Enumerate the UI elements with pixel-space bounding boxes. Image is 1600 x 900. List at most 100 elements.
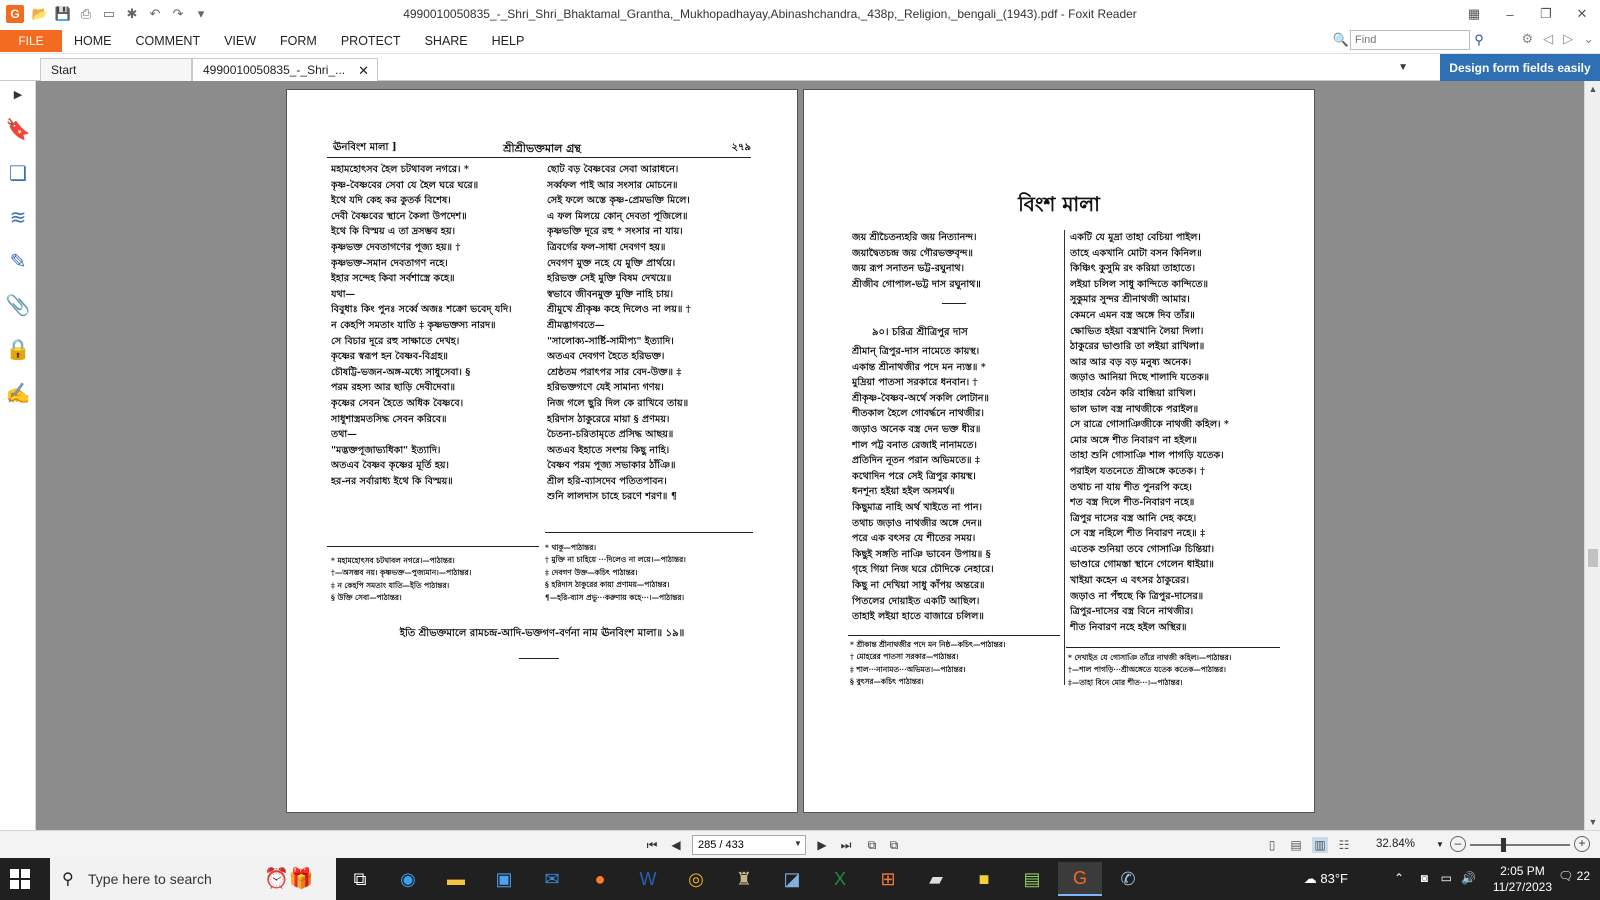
page-dropdown-icon[interactable]: ▼ bbox=[794, 839, 802, 848]
scroll-up-icon[interactable]: ▲ bbox=[1585, 81, 1600, 97]
zoom-level[interactable]: 32.84% bbox=[1376, 838, 1415, 850]
notification-center-icon[interactable]: 🗨 22 bbox=[1558, 869, 1590, 883]
edge-icon[interactable]: ◉ bbox=[386, 862, 430, 896]
menu-protect[interactable]: PROTECT bbox=[329, 34, 413, 48]
foxit-icon[interactable]: G bbox=[1058, 862, 1102, 896]
task-view-icon[interactable]: ⧉ bbox=[338, 862, 382, 896]
security-icon[interactable]: 🔒 bbox=[0, 327, 36, 371]
app-icon[interactable]: ◪ bbox=[770, 862, 814, 896]
expand-panel-icon[interactable]: ▶ bbox=[0, 81, 36, 107]
menu-help[interactable]: HELP bbox=[480, 34, 537, 48]
word-icon[interactable]: W bbox=[626, 862, 670, 896]
vertical-scrollbar[interactable]: ▲ ▼ bbox=[1584, 81, 1600, 830]
print-icon[interactable]: ⎙ bbox=[78, 6, 94, 22]
zoom-in-button[interactable]: + bbox=[1574, 836, 1590, 852]
app-icon[interactable]: ✆ bbox=[1106, 862, 1150, 896]
first-page-icon[interactable]: ⏮ bbox=[644, 837, 660, 853]
file-menu[interactable]: FILE bbox=[0, 29, 62, 52]
mail-icon[interactable]: ✉ bbox=[530, 862, 574, 896]
chrome-icon[interactable]: ◎ bbox=[674, 862, 718, 896]
menu-share[interactable]: SHARE bbox=[413, 34, 480, 48]
close-tab-icon[interactable]: ✕ bbox=[358, 63, 369, 79]
signature-icon[interactable]: ✍ bbox=[0, 371, 36, 415]
last-page-icon[interactable]: ⏭ bbox=[838, 837, 854, 853]
tab-list-dropdown-icon[interactable]: ▼ bbox=[1398, 62, 1408, 73]
webcam-icon[interactable]: ◙ bbox=[1421, 871, 1428, 885]
continuous-view-icon[interactable]: ▤ bbox=[1288, 837, 1304, 853]
title-bar: G 📂 💾 ⎙ ▭ ✱ ↶ ↷ ▾ 4990010050835_-_Shri_S… bbox=[0, 0, 1600, 28]
sticky-notes-icon[interactable]: ■ bbox=[962, 862, 1006, 896]
app-icon[interactable]: ▤ bbox=[1010, 862, 1054, 896]
next-page-icon[interactable]: ▶ bbox=[814, 837, 830, 853]
page-number-input[interactable] bbox=[692, 835, 806, 855]
find-panel-icon[interactable]: 🔍 bbox=[1332, 31, 1350, 49]
next-view-icon[interactable]: ⧉ bbox=[886, 837, 902, 853]
close-button[interactable]: ✕ bbox=[1564, 0, 1600, 28]
undo-icon[interactable]: ↶ bbox=[147, 6, 163, 22]
network-icon[interactable]: ▭ bbox=[1441, 871, 1452, 885]
next-result-icon[interactable]: ▷ bbox=[1563, 31, 1573, 47]
menu-form[interactable]: FORM bbox=[268, 34, 329, 48]
verse-line: ত্রিপুর দাসের বস্ত্র আনি দেহ কহে। bbox=[1070, 512, 1197, 524]
single-page-view-icon[interactable]: ▯ bbox=[1264, 837, 1280, 853]
firefox-icon[interactable]: ● bbox=[578, 862, 622, 896]
verse-line: মহামহোৎসব হৈল চটথাবল নগরে। * bbox=[331, 164, 469, 175]
file-explorer-icon[interactable]: ▬ bbox=[434, 862, 478, 896]
weather-temperature: 83°F bbox=[1320, 871, 1348, 886]
taskbar-clock[interactable]: 2:05 PM 11/27/2023 bbox=[1493, 863, 1552, 895]
scrollbar-thumb[interactable] bbox=[1588, 549, 1598, 567]
facing-view-icon[interactable]: ▥ bbox=[1312, 837, 1328, 853]
open-icon[interactable]: 📂 bbox=[32, 6, 48, 22]
menu-comment[interactable]: COMMENT bbox=[124, 34, 213, 48]
customize-toolbar-icon[interactable]: ▾ bbox=[193, 6, 209, 22]
chevron-up-icon[interactable]: ⌃ bbox=[1394, 871, 1404, 885]
menu-home[interactable]: HOME bbox=[62, 34, 124, 48]
windows-start-icon[interactable] bbox=[10, 869, 30, 889]
tab-document[interactable]: 4990010050835_-_Shri_... ✕ bbox=[192, 58, 378, 81]
weather-widget[interactable]: ☁ 83°F bbox=[1304, 871, 1348, 887]
redo-icon[interactable]: ↷ bbox=[170, 6, 186, 22]
scroll-down-icon[interactable]: ▼ bbox=[1585, 814, 1600, 830]
save-icon[interactable]: 💾 bbox=[55, 6, 71, 22]
verse-line: তথা— bbox=[331, 429, 357, 441]
zoom-dropdown-icon[interactable]: ▼ bbox=[1436, 840, 1444, 849]
promo-banner[interactable]: Design form fields easily bbox=[1440, 54, 1600, 81]
store-icon[interactable]: ▣ bbox=[482, 862, 526, 896]
zoom-slider-thumb[interactable] bbox=[1501, 838, 1506, 852]
minimize-button[interactable]: – bbox=[1492, 0, 1528, 28]
chevron-down-icon[interactable]: ⌄ bbox=[1583, 31, 1594, 47]
zoom-slider[interactable] bbox=[1470, 844, 1570, 846]
previous-view-icon[interactable]: ⧉ bbox=[864, 837, 880, 853]
app-icon[interactable]: ⊞ bbox=[866, 862, 910, 896]
attachment-icon[interactable]: 📎 bbox=[0, 283, 36, 327]
continuous-facing-view-icon[interactable]: ☷ bbox=[1336, 837, 1352, 853]
menu-view[interactable]: VIEW bbox=[212, 34, 268, 48]
comments-icon[interactable]: ✎ bbox=[0, 239, 36, 283]
verse-line: শুনি লালদাস চাহে চরণে শরণ॥ ¶ bbox=[547, 491, 677, 503]
taskbar-search-box[interactable]: ⚲ Type here to search ⏰🎁 bbox=[50, 858, 336, 900]
excel-icon[interactable]: X bbox=[818, 862, 862, 896]
volume-icon[interactable]: 🔊 bbox=[1461, 871, 1476, 885]
find-input[interactable] bbox=[1350, 30, 1470, 50]
prev-result-icon[interactable]: ◁ bbox=[1543, 31, 1553, 47]
app-icon[interactable]: ▰ bbox=[914, 862, 958, 896]
clock-date: 11/27/2023 bbox=[1492, 880, 1552, 894]
zoom-out-button[interactable]: – bbox=[1450, 836, 1466, 852]
verse-line: একটি যে মুদ্রা তাহা বেচিয়া পাইল। bbox=[1070, 232, 1201, 243]
clear-icon[interactable]: ✱ bbox=[124, 6, 140, 22]
tab-start[interactable]: Start bbox=[40, 58, 192, 81]
document-view[interactable]: ঊনবিংশ মালা ] শ্রীশ্রীভক্তমাল গ্রন্থ ২৭৯… bbox=[36, 81, 1584, 830]
search-icon[interactable]: ⚲ bbox=[1470, 31, 1488, 49]
ribbon-display-icon[interactable]: ▦ bbox=[1456, 0, 1492, 28]
previous-page-icon[interactable]: ◀ bbox=[668, 837, 684, 853]
layers-icon[interactable]: ≋ bbox=[0, 195, 36, 239]
restore-button[interactable]: ❐ bbox=[1528, 0, 1564, 28]
text-column-1: মহামহোৎসব হৈল চটথাবল নগরে। * কৃষ্ণ-বৈষ্ণব… bbox=[331, 162, 543, 489]
foxit-logo-icon[interactable]: G bbox=[6, 5, 24, 23]
search-highlight-icon[interactable]: ⏰🎁 bbox=[264, 866, 314, 891]
pages-icon[interactable]: ❏ bbox=[0, 151, 36, 195]
settings-gear-icon[interactable]: ⚙ bbox=[1521, 31, 1533, 47]
bookmark-icon[interactable]: 🔖 bbox=[0, 107, 36, 151]
app-icon[interactable]: ♜ bbox=[722, 862, 766, 896]
properties-icon[interactable]: ▭ bbox=[101, 6, 117, 22]
